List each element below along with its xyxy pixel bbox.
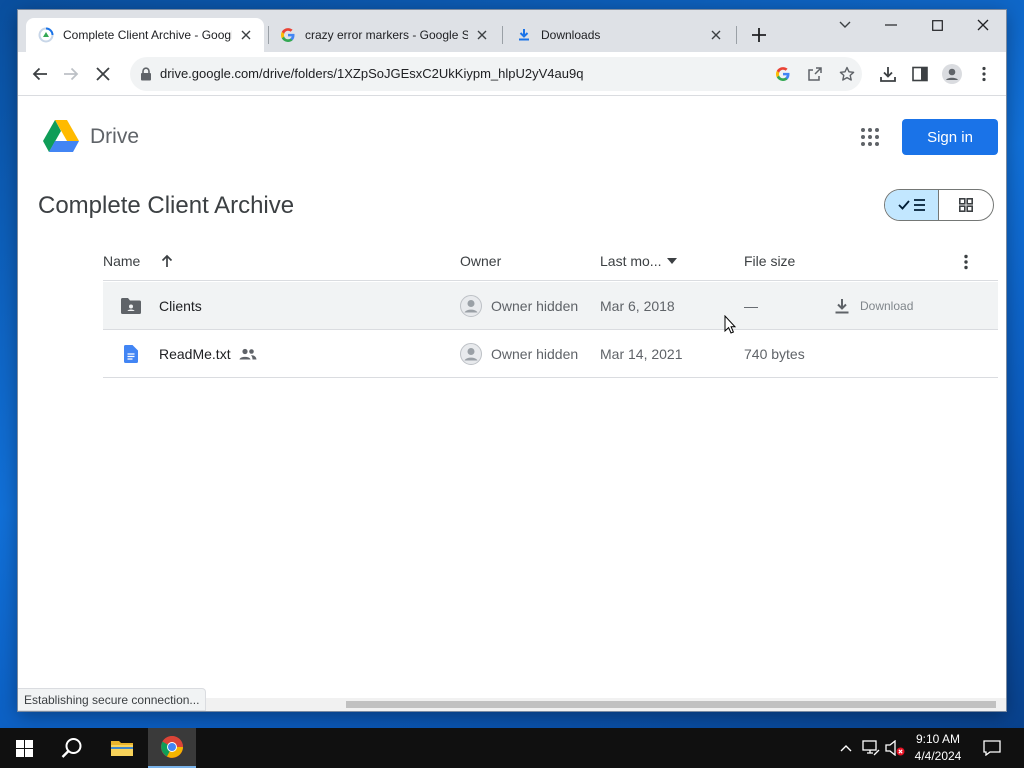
folder-icon xyxy=(111,741,133,756)
volume-muted-icon[interactable] xyxy=(884,728,906,768)
google-g-icon xyxy=(281,28,295,42)
back-icon[interactable] xyxy=(28,62,52,86)
share-icon[interactable] xyxy=(806,65,824,83)
lock-icon[interactable] xyxy=(140,67,152,81)
start-button[interactable] xyxy=(0,728,48,768)
sign-in-button[interactable]: Sign in xyxy=(902,119,998,155)
downloads-toolbar-icon[interactable] xyxy=(876,62,900,86)
notifications-icon[interactable] xyxy=(978,728,1006,768)
column-header-owner[interactable]: Owner xyxy=(460,253,501,269)
show-hidden-icons-chevron-icon[interactable] xyxy=(836,728,856,768)
close-tab-icon[interactable] xyxy=(708,27,724,43)
close-tab-icon[interactable] xyxy=(238,27,254,43)
sort-ascending-arrow-icon[interactable] xyxy=(160,254,174,268)
owner-cell: Owner hidden xyxy=(460,330,578,378)
file-size: — xyxy=(744,298,758,314)
tab-strip: Complete Client Archive - Google Drive c… xyxy=(18,10,1006,52)
bookmark-star-icon[interactable] xyxy=(838,65,856,83)
forward-icon[interactable] xyxy=(59,62,83,86)
download-icon xyxy=(835,299,849,314)
check-list-icon xyxy=(897,199,925,211)
chrome-icon xyxy=(161,736,183,758)
document-icon xyxy=(124,330,138,378)
search-icon xyxy=(61,738,82,758)
taskbar: 9:10 AM 4/4/2024 xyxy=(0,728,1024,768)
more-options-icon[interactable] xyxy=(964,254,968,270)
file-name[interactable]: ReadMe.txt xyxy=(159,346,231,362)
browser-toolbar: drive.google.com/drive/folders/1XZpSoJGE… xyxy=(18,52,1006,96)
tab-search-dropdown-icon[interactable] xyxy=(822,10,868,40)
owner-cell: Owner hidden xyxy=(460,282,578,330)
maximize-icon[interactable] xyxy=(914,10,960,40)
url-text[interactable]: drive.google.com/drive/folders/1XZpSoJGE… xyxy=(160,66,583,81)
file-explorer-button[interactable] xyxy=(98,728,146,768)
tab-title: Downloads xyxy=(541,28,601,42)
grid-icon xyxy=(959,198,973,212)
column-header-file-size[interactable]: File size xyxy=(744,253,795,269)
chrome-taskbar-button[interactable] xyxy=(148,728,196,768)
mouse-cursor-icon xyxy=(724,315,736,334)
profile-avatar-icon[interactable] xyxy=(940,62,964,86)
view-toggle xyxy=(884,189,994,221)
drive-page: Drive Sign in Complete Client Archive Na… xyxy=(18,97,1006,711)
drive-brand-text[interactable]: Drive xyxy=(90,125,139,149)
tab-drive[interactable]: Complete Client Archive - Google Drive xyxy=(26,18,264,52)
browser-menu-icon[interactable] xyxy=(972,62,996,86)
clock-date: 4/4/2024 xyxy=(914,749,962,763)
tab-title: Complete Client Archive - Google Drive xyxy=(63,28,232,42)
stop-loading-icon[interactable] xyxy=(91,62,115,86)
download-label: Download xyxy=(860,299,914,313)
tab-separator xyxy=(736,26,737,44)
grid-view-button[interactable] xyxy=(939,190,993,220)
owner-avatar-icon xyxy=(460,343,482,365)
minimize-icon[interactable] xyxy=(868,10,914,40)
side-panel-icon[interactable] xyxy=(908,62,932,86)
file-name[interactable]: Clients xyxy=(159,282,202,330)
tab-downloads[interactable]: Downloads xyxy=(504,18,734,52)
drive-loading-icon xyxy=(38,27,54,43)
tab-separator xyxy=(502,26,503,44)
google-drive-logo[interactable] xyxy=(42,119,80,153)
scrollbar-thumb[interactable] xyxy=(346,701,996,708)
modified-date: Mar 14, 2021 xyxy=(600,346,683,362)
download-button[interactable]: Download xyxy=(834,282,913,330)
shared-people-icon xyxy=(239,348,257,360)
file-row-clients[interactable]: Clients Owner hidden Mar 6, 2018 — Downl… xyxy=(103,282,998,330)
page-title: Complete Client Archive xyxy=(38,192,295,219)
file-size: 740 bytes xyxy=(744,346,805,362)
google-lens-icon[interactable] xyxy=(774,65,792,83)
close-tab-icon[interactable] xyxy=(474,27,490,43)
column-header-last-modified[interactable]: Last mo... xyxy=(600,253,678,269)
google-apps-icon[interactable] xyxy=(860,127,880,147)
clock-time: 9:10 AM xyxy=(915,732,961,746)
tab-title: crazy error markers - Google Search xyxy=(305,28,468,42)
file-list-header: Name Owner Last mo... File size xyxy=(103,247,998,281)
column-header-name[interactable]: Name xyxy=(103,253,174,269)
close-window-icon[interactable] xyxy=(960,10,1006,40)
caret-down-icon[interactable] xyxy=(667,258,678,264)
download-icon xyxy=(519,29,529,41)
new-tab-icon[interactable] xyxy=(748,24,770,46)
search-button[interactable] xyxy=(48,728,96,768)
system-clock[interactable]: 9:10 AM 4/4/2024 xyxy=(906,731,970,765)
address-bar[interactable]: drive.google.com/drive/folders/1XZpSoJGE… xyxy=(130,57,862,91)
owner-text: Owner hidden xyxy=(491,346,579,362)
windows-logo-icon xyxy=(15,739,33,757)
list-view-button[interactable] xyxy=(885,190,940,220)
browser-window: Complete Client Archive - Google Drive c… xyxy=(18,10,1006,711)
file-name-cell: ReadMe.txt xyxy=(159,330,257,378)
network-icon[interactable] xyxy=(860,728,882,768)
tab-search[interactable]: crazy error markers - Google Search xyxy=(268,18,500,52)
status-bubble: Establishing secure connection... xyxy=(18,688,207,711)
folder-icon xyxy=(120,282,142,330)
owner-avatar-icon xyxy=(460,295,482,317)
file-row-readme[interactable]: ReadMe.txt Owner hidden Mar 14, 2021 740… xyxy=(103,330,998,378)
modified-date: Mar 6, 2018 xyxy=(600,298,675,314)
owner-text: Owner hidden xyxy=(491,298,579,314)
